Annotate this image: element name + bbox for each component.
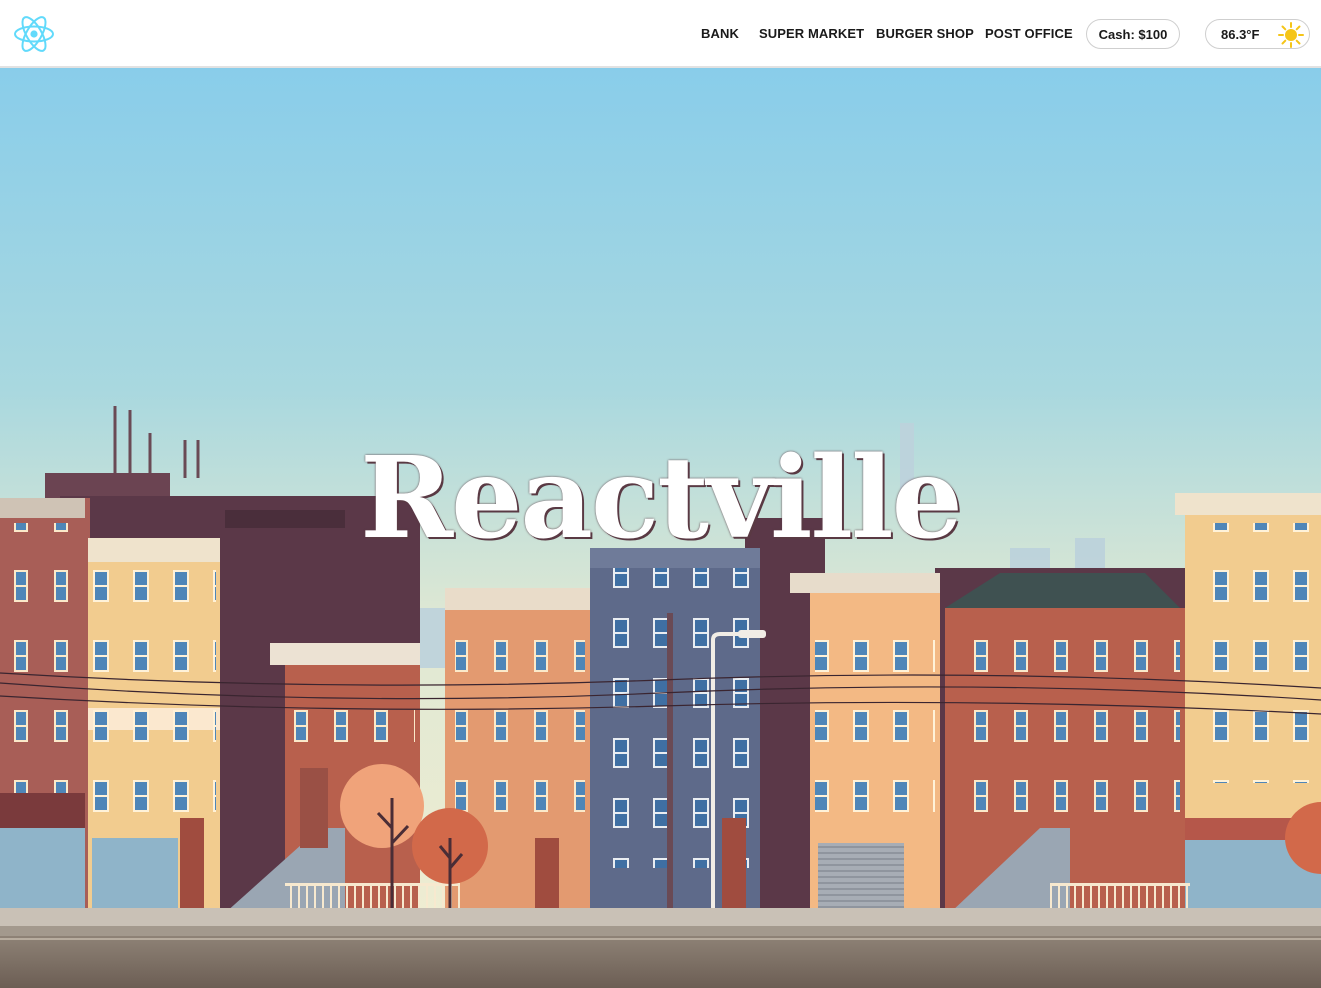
- cash-label: Cash: $100: [1098, 26, 1168, 42]
- weather-badge: 86.3°F: [1205, 19, 1310, 49]
- nav-link-burger-shop[interactable]: BURGER SHOP: [876, 26, 974, 41]
- nav-link-super-market[interactable]: SUPER MARKET: [759, 26, 864, 41]
- nav-link-post-office[interactable]: POST OFFICE: [985, 26, 1073, 41]
- nav-link-bank[interactable]: BANK: [701, 26, 739, 41]
- hero-title: Reactville: [360, 433, 963, 564]
- hero-banner: Reactville: [0, 68, 1321, 988]
- react-atom-icon[interactable]: [12, 14, 56, 54]
- top-navbar: BANK SUPER MARKET BURGER SHOP POST OFFIC…: [0, 0, 1321, 68]
- temperature-label: 86.3°F: [1221, 26, 1260, 42]
- sun-icon: [1278, 22, 1304, 48]
- cash-badge: Cash: $100: [1086, 19, 1180, 49]
